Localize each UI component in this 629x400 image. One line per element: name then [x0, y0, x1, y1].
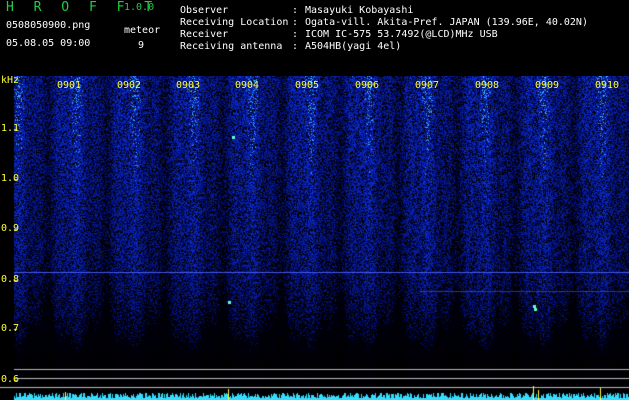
axis-tick-1.1: 1.1 — [1, 123, 20, 134]
hour-label-0901: 0901 — [57, 80, 82, 91]
axis-tick-0.8: 0.8 — [1, 274, 20, 285]
receiver-sep: : — [292, 29, 299, 40]
hour-label-0906: 0906 — [355, 80, 380, 91]
observer-value: Masayuki Kobayashi — [305, 5, 414, 16]
hour-label-0909: 0909 — [535, 80, 560, 91]
hour-label-0905: 0905 — [295, 80, 320, 91]
file-datetime: 05.08.05 09:00 — [6, 38, 91, 49]
location-key: Receiving Location — [180, 17, 289, 28]
spectrogram-canvas — [0, 76, 629, 400]
axis-tick-0.6: 0.6 — [1, 374, 20, 385]
location-sep: : — [292, 17, 299, 28]
hour-label-0908: 0908 — [475, 80, 500, 91]
meteor-count: 9 — [138, 40, 145, 51]
observer-sep: : — [292, 5, 299, 16]
app-version: 1.0.0 — [124, 2, 155, 13]
hour-label-0910: 0910 — [595, 80, 620, 91]
axis-unit: kHz — [1, 75, 20, 86]
hour-label-0907: 0907 — [415, 80, 440, 91]
location-value: Ogata-vill. Akita-Pref. JAPAN (139.96E, … — [305, 17, 588, 28]
receiver-value: ICOM IC-575 53.7492(@LCD)MHz USB — [305, 29, 498, 40]
antenna-key: Receiving antenna — [180, 41, 283, 52]
antenna-value: A504HB(yagi 4el) — [305, 41, 402, 52]
spectrogram-panel: kHz 1.1 1.0 0.9 0.8 0.7 0.6 0901 0902 09… — [0, 76, 629, 400]
axis-tick-0.7: 0.7 — [1, 323, 20, 334]
hour-label-0903: 0903 — [176, 80, 201, 91]
file-name: 0508050900.png — [6, 20, 91, 31]
observer-key: Observer — [180, 5, 229, 16]
receiver-key: Receiver — [180, 29, 229, 40]
axis-tick-1.0: 1.0 — [1, 173, 20, 184]
axis-tick-0.9: 0.9 — [1, 223, 20, 234]
info-header: H R O F F T 1.0.0 0508050900.png 05.08.0… — [0, 0, 629, 76]
hour-label-0902: 0902 — [117, 80, 142, 91]
hour-label-0904: 0904 — [235, 80, 260, 91]
antenna-sep: : — [292, 41, 299, 52]
meteor-label: meteor — [124, 25, 161, 36]
